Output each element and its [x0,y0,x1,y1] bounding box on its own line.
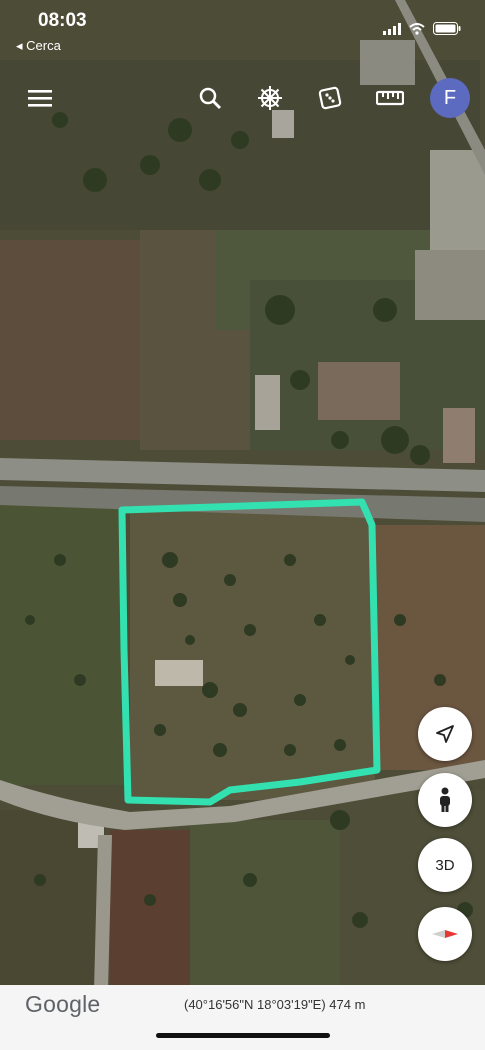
google-logo: Google [25,991,101,1017]
field-plot [190,820,350,990]
battery-icon [433,22,461,35]
field-plot [0,240,140,440]
3d-toggle-button[interactable]: 3D [418,838,472,892]
home-indicator[interactable] [156,1033,330,1038]
satellite-map[interactable] [0,0,485,1050]
menu-icon[interactable] [26,84,54,112]
status-icons [383,22,461,35]
building [318,362,400,420]
building [415,250,485,320]
field-plot [0,505,125,785]
back-to-search-link[interactable]: ◂ Cerca [16,38,61,54]
bottom-bar: Google (40°16'56"N 18°03'19"E) 474 m [0,985,485,1050]
wifi-icon [409,22,425,35]
street-view-button[interactable] [418,773,472,827]
my-location-button[interactable] [418,707,472,761]
building [155,660,203,686]
status-time: 08:03 [38,10,87,31]
cellular-signal-icon [383,22,401,35]
coordinates-readout: (40°16'56"N 18°03'19"E) 474 m [184,997,366,1012]
field-plot [340,790,485,990]
dice-icon[interactable] [316,84,344,112]
account-avatar[interactable]: F [430,78,470,118]
compass-button[interactable] [418,907,472,961]
building [443,408,475,463]
compass-icon [432,930,458,938]
field-plot [110,830,190,990]
search-icon[interactable] [196,84,224,112]
map-toolbar [0,76,485,120]
location-arrow-icon [436,725,454,743]
voyager-wheel-icon[interactable] [256,84,284,112]
status-bar: 08:03 ◂ Cerca [0,0,485,60]
building [255,375,280,430]
building [430,150,485,250]
ruler-icon[interactable] [376,84,404,112]
pegman-icon [440,787,450,812]
